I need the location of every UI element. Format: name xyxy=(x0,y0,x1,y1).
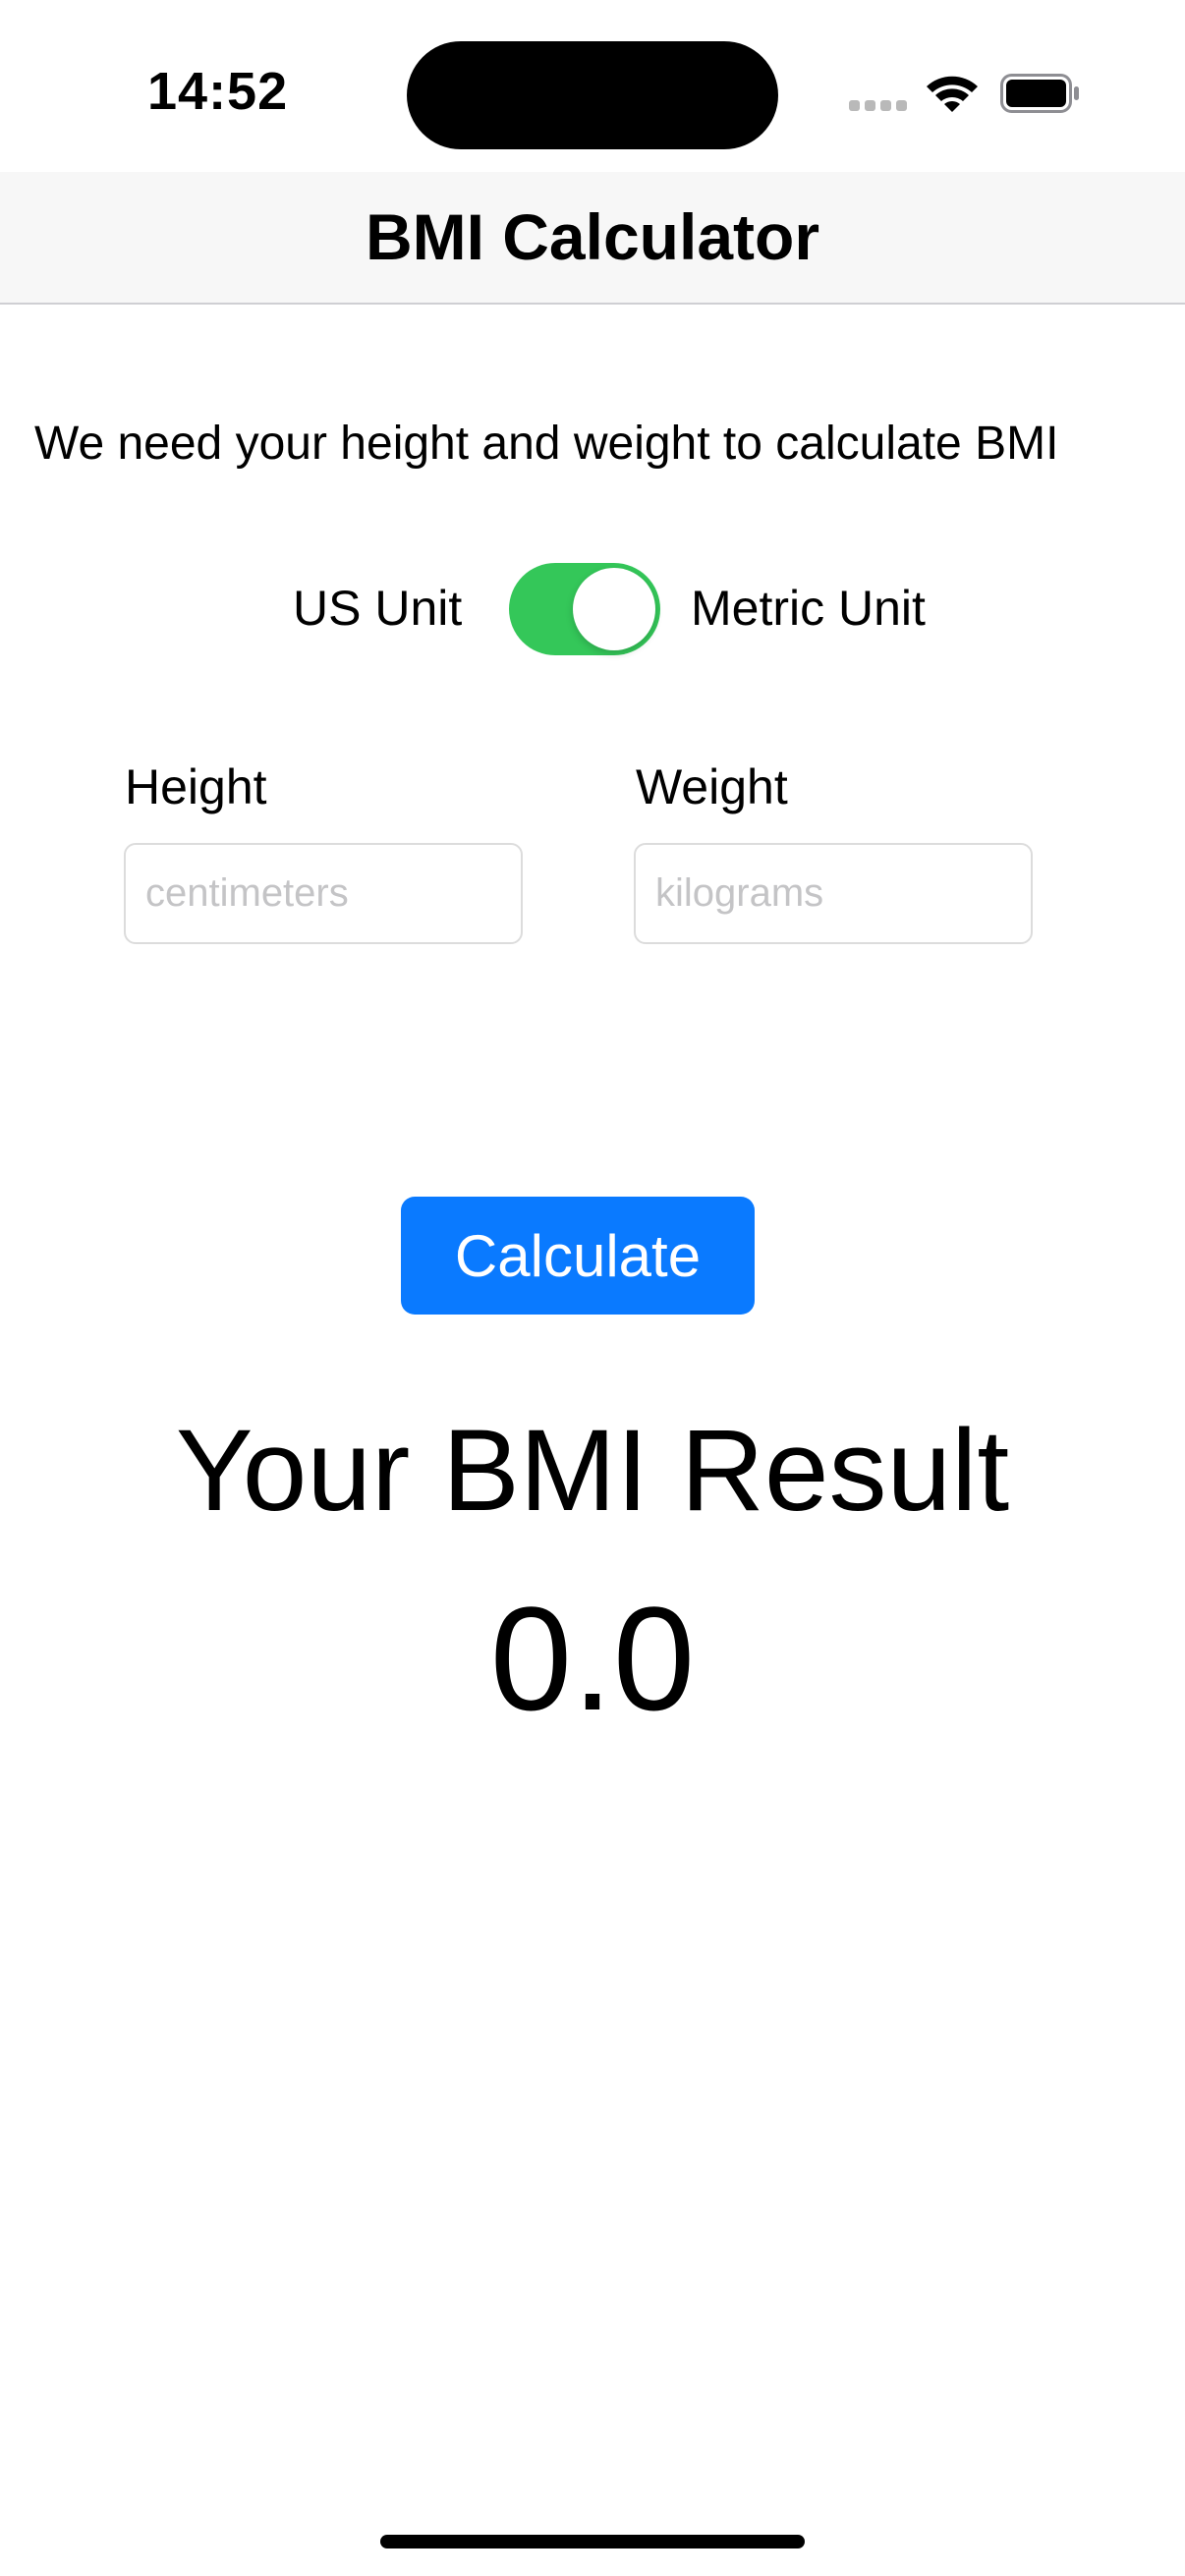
bmi-result-value: 0.0 xyxy=(489,1576,696,1741)
page-title: BMI Calculator xyxy=(365,200,820,273)
navigation-bar: BMI Calculator xyxy=(0,172,1185,305)
metric-unit-label: Metric Unit xyxy=(691,581,926,636)
result-title: Your BMI Result xyxy=(175,1406,1010,1536)
weight-label: Weight xyxy=(636,759,788,814)
status-time: 14:52 xyxy=(147,62,289,121)
dynamic-island xyxy=(407,41,778,149)
us-unit-label: US Unit xyxy=(293,581,463,636)
battery-icon xyxy=(1000,74,1079,113)
instruction-text: We need your height and weight to calcul… xyxy=(34,418,1059,470)
calculate-button[interactable]: Calculate xyxy=(401,1197,755,1315)
weight-input[interactable] xyxy=(634,843,1033,944)
height-label: Height xyxy=(125,759,267,814)
home-indicator[interactable] xyxy=(380,2535,805,2548)
cellular-signal-icon xyxy=(849,100,908,112)
status-bar: 14:52 xyxy=(0,0,1185,172)
toggle-knob xyxy=(573,568,655,650)
screen: 14:52 BMI Calculator We need your height… xyxy=(0,0,1185,2576)
height-input[interactable] xyxy=(124,843,523,944)
wifi-icon xyxy=(927,76,978,112)
unit-toggle[interactable] xyxy=(509,563,660,655)
